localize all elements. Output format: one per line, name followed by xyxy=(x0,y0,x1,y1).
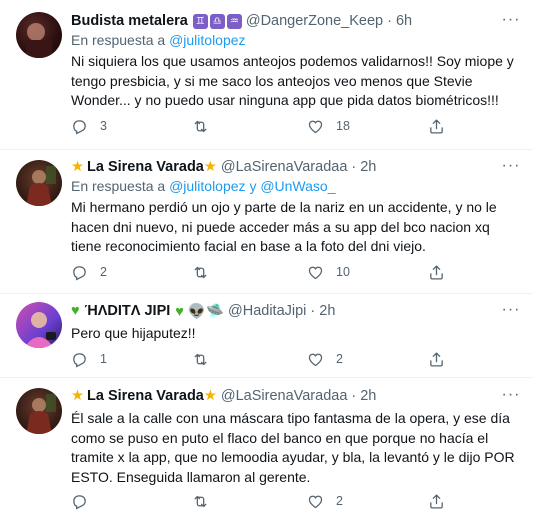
user-handle[interactable]: @DangerZone_Keep xyxy=(246,13,383,29)
avatar[interactable] xyxy=(16,388,62,434)
star-icon: ★ xyxy=(71,388,84,404)
reply-count: 3 xyxy=(100,119,107,133)
tweet-text: Ni siquiera los que usamos anteojos pode… xyxy=(71,53,514,108)
tweet-text: Él sale a la calle con una máscara tipo … xyxy=(71,410,515,485)
retweet-icon xyxy=(194,353,207,365)
reply-button[interactable] xyxy=(71,491,100,511)
retweet-icon xyxy=(194,266,207,278)
emoji-suffix: ♥ 👽🛸 xyxy=(175,303,225,320)
like-count: 2 xyxy=(336,494,343,508)
aquarius-badge: ♒ xyxy=(226,13,242,29)
tweet[interactable]: ★ La Sirena Varada ★ @LaSirenaVaradaa · … xyxy=(0,378,533,514)
tweet[interactable]: ★ La Sirena Varada ★ @LaSirenaVaradaa · … xyxy=(0,150,533,294)
tweet-header: ★ La Sirena Varada ★ @LaSirenaVaradaa · … xyxy=(71,386,521,406)
tweet-text: Pero que hijaputez!! xyxy=(71,325,196,341)
star-icon: ★ xyxy=(71,159,84,175)
share-button[interactable] xyxy=(428,349,445,369)
separator-dot: · xyxy=(387,13,392,29)
share-button[interactable] xyxy=(428,116,445,136)
retweet-icon xyxy=(194,495,207,507)
reply-icon xyxy=(73,352,86,367)
tweet[interactable]: Budista metalera ♊ ♎ ♒ @DangerZone_Keep … xyxy=(0,0,533,150)
like-count: 2 xyxy=(336,352,343,366)
avatar[interactable] xyxy=(16,302,62,348)
share-icon xyxy=(430,118,443,134)
avatar[interactable] xyxy=(16,12,62,58)
more-options-icon[interactable]: ··· xyxy=(501,156,521,176)
like-button[interactable]: 10 xyxy=(307,262,350,282)
reply-icon xyxy=(73,119,86,134)
mention-link[interactable]: @julitolopez xyxy=(169,32,245,48)
mention-link[interactable]: @julitolopez xyxy=(169,178,245,194)
separator-dot: · xyxy=(351,159,357,175)
libra-badge: ♎ xyxy=(209,13,225,29)
mention-link[interactable]: @UnWaso_ xyxy=(260,178,335,194)
display-name[interactable]: La Sirena Varada xyxy=(87,159,204,175)
retweet-button[interactable] xyxy=(192,262,209,282)
share-icon xyxy=(430,493,443,509)
reply-button[interactable]: 1 xyxy=(71,349,107,369)
retweet-button[interactable] xyxy=(192,116,209,136)
like-count: 18 xyxy=(336,119,350,133)
reply-prefix: En respuesta a xyxy=(71,32,166,48)
reply-icon xyxy=(73,265,86,280)
like-button[interactable]: 18 xyxy=(307,116,350,136)
avatar[interactable] xyxy=(16,160,62,206)
reply-context: En respuesta a @julitolopez y @UnWaso_ xyxy=(71,178,521,197)
tweet-actions: 2 xyxy=(71,491,471,511)
share-icon xyxy=(430,264,443,280)
reply-button[interactable]: 3 xyxy=(71,116,107,136)
heart-icon xyxy=(308,495,323,508)
heart-icon xyxy=(308,353,323,366)
display-name[interactable]: La Sirena Varada xyxy=(87,388,204,404)
timestamp[interactable]: 2h xyxy=(360,388,376,404)
reply-count: 1 xyxy=(100,352,107,366)
more-options-icon[interactable]: ··· xyxy=(501,300,521,320)
separator-dot: · xyxy=(310,303,316,319)
tweet-actions: 2 10 xyxy=(71,262,471,282)
timestamp[interactable]: 2h xyxy=(319,303,335,319)
retweet-icon xyxy=(194,120,207,132)
user-handle[interactable]: @HaditaJipi xyxy=(228,303,306,319)
display-name[interactable]: Budista metalera xyxy=(71,13,188,29)
tweet-header: Budista metalera ♊ ♎ ♒ @DangerZone_Keep … xyxy=(71,11,521,31)
star-icon: ★ xyxy=(203,159,217,175)
reply-icon xyxy=(73,494,86,509)
tweet-header: ★ La Sirena Varada ★ @LaSirenaVaradaa · … xyxy=(71,157,521,177)
heart-icon xyxy=(308,266,323,279)
retweet-button[interactable] xyxy=(192,349,209,369)
share-button[interactable] xyxy=(428,262,445,282)
reply-context: En respuesta a @julitolopez xyxy=(71,32,521,51)
gemini-badge: ♊ xyxy=(192,13,208,29)
tweet-header: ♥ ΉΛDITΛ JIPI ♥ 👽🛸 @HaditaJipi · 2h xyxy=(71,301,521,321)
star-icon: ★ xyxy=(203,388,217,404)
green-heart-icon: ♥ xyxy=(71,303,80,319)
timestamp[interactable]: 2h xyxy=(360,159,376,175)
more-options-icon[interactable]: ··· xyxy=(501,385,521,405)
heart-icon xyxy=(308,120,323,133)
separator-dot: · xyxy=(351,388,357,404)
user-handle[interactable]: @LaSirenaVaradaa xyxy=(221,159,348,175)
reply-joiner: y xyxy=(249,178,257,194)
like-button[interactable]: 2 xyxy=(307,349,343,369)
user-handle[interactable]: @LaSirenaVaradaa xyxy=(221,388,348,404)
share-icon xyxy=(430,351,443,367)
more-options-icon[interactable]: ··· xyxy=(501,10,521,30)
tweet-text: Mi hermano perdió un ojo y parte de la n… xyxy=(71,199,497,254)
display-name[interactable]: ΉΛDITΛ JIPI xyxy=(85,303,171,319)
tweet[interactable]: ♥ ΉΛDITΛ JIPI ♥ 👽🛸 @HaditaJipi · 2h ··· … xyxy=(0,294,533,378)
tweet-actions: 1 2 xyxy=(71,349,471,369)
reply-prefix: En respuesta a xyxy=(71,178,166,194)
like-button[interactable]: 2 xyxy=(307,491,343,511)
like-count: 10 xyxy=(336,265,350,279)
reply-count: 2 xyxy=(100,265,107,279)
tweet-actions: 3 18 xyxy=(71,116,471,136)
share-button[interactable] xyxy=(428,491,445,511)
retweet-button[interactable] xyxy=(192,491,209,511)
reply-button[interactable]: 2 xyxy=(71,262,107,282)
timestamp[interactable]: 6h xyxy=(396,13,412,29)
